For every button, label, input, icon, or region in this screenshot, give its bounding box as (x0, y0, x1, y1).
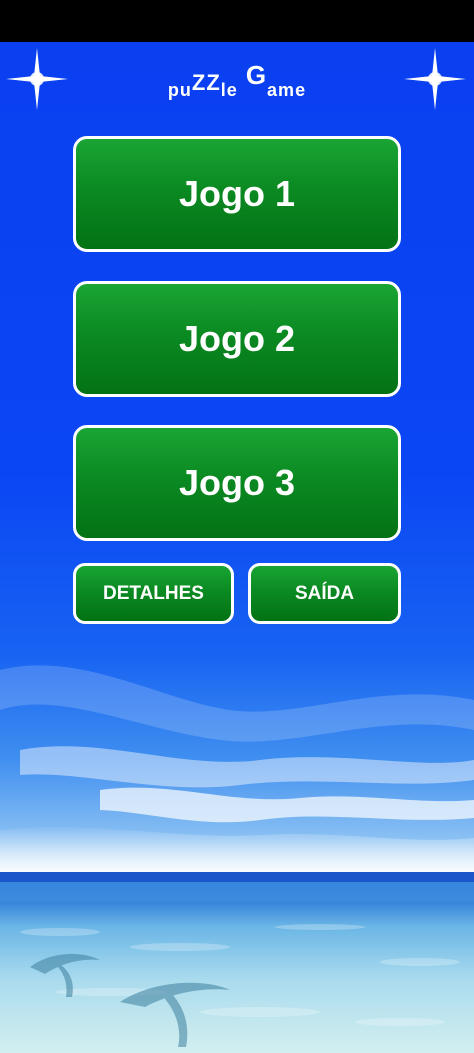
exit-button[interactable]: SAÍDA (248, 563, 401, 624)
game-1-label: Jogo 1 (178, 173, 295, 214)
title-part: G (245, 60, 268, 90)
clouds-background (0, 665, 474, 872)
game-2-button[interactable]: Jogo 2 (73, 281, 401, 397)
main-menu-screen: puZZle Game Jogo 1 Jogo 2 Jogo 3 DETALHES… (0, 0, 474, 1053)
title-part: ZZ (191, 70, 221, 95)
game-3-label: Jogo 3 (178, 462, 295, 503)
game-3-button[interactable]: Jogo 3 (73, 425, 401, 541)
game-2-label: Jogo 2 (178, 318, 295, 359)
status-bar (0, 0, 474, 42)
title-part: ame (267, 80, 307, 100)
game-1-button[interactable]: Jogo 1 (73, 136, 401, 252)
exit-label: SAÍDA (294, 582, 355, 604)
title-part: le (220, 80, 238, 100)
app-title: puZZle Game (0, 60, 474, 110)
title-part: pu (167, 80, 192, 100)
details-button[interactable]: DETALHES (73, 563, 234, 624)
sea-background (0, 872, 474, 1047)
details-label: DETALHES (103, 582, 204, 604)
